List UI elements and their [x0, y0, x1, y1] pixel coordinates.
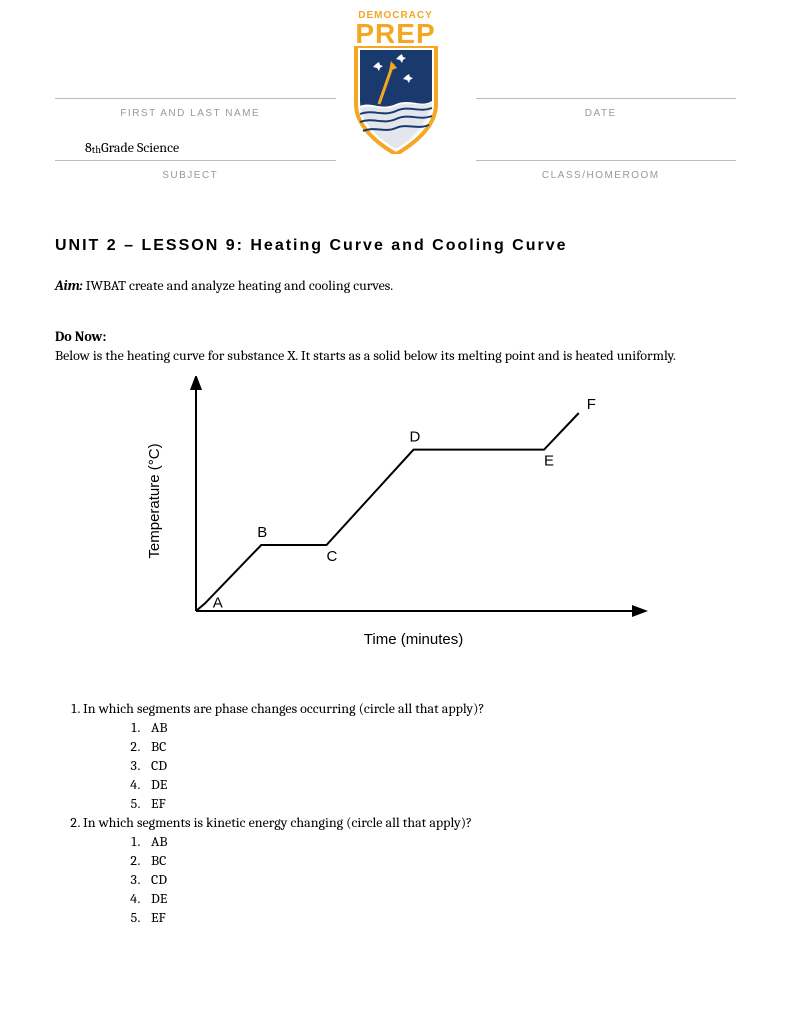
option-label: CD	[143, 757, 167, 774]
logo-line2: PREP	[351, 21, 441, 46]
svg-text:E: E	[544, 453, 554, 470]
name-field	[55, 75, 336, 99]
option: BC	[143, 852, 736, 869]
svg-text:C: C	[326, 548, 337, 565]
option: CD	[143, 871, 736, 888]
date-field	[476, 75, 737, 99]
option: BC	[143, 738, 736, 755]
subject-field: 8th Grade Science	[55, 135, 336, 161]
svg-text:A: A	[212, 595, 222, 612]
svg-text:B: B	[257, 524, 267, 541]
option: EF	[143, 795, 736, 812]
option-label: CD	[143, 871, 167, 888]
aim-line: Aim: IWBAT create and analyze heating an…	[55, 277, 736, 294]
option: CD	[143, 757, 736, 774]
option: AB	[143, 719, 736, 736]
date-label: DATE	[466, 105, 737, 135]
name-label: FIRST AND LAST NAME	[55, 105, 326, 135]
option-label: BC	[143, 738, 166, 755]
option-label: DE	[143, 776, 167, 793]
homeroom-field	[476, 135, 737, 161]
svg-text:F: F	[586, 396, 595, 413]
option-label: EF	[143, 909, 166, 926]
heating-curve-chart: A B C D E F Time (minutes) Temperature (°C)	[141, 376, 651, 660]
option: DE	[143, 776, 736, 793]
aim-label: Aim:	[55, 277, 83, 294]
subject-label: SUBJECT	[55, 167, 326, 197]
logo: DEMOCRACY PREP	[351, 10, 441, 158]
option: DE	[143, 890, 736, 907]
questions-block: In which segments are phase changes occu…	[55, 700, 736, 926]
donow-text: Below is the heating curve for substance…	[55, 347, 736, 364]
svg-text:Temperature (°C): Temperature (°C)	[146, 443, 163, 558]
shield-icon	[351, 46, 441, 154]
option: EF	[143, 909, 736, 926]
svg-text:Time (minutes): Time (minutes)	[363, 631, 462, 648]
question-2: In which segments is kinetic energy chan…	[83, 814, 736, 926]
question-1: In which segments are phase changes occu…	[83, 700, 736, 812]
question-text: In which segments is kinetic energy chan…	[83, 814, 472, 831]
svg-text:D: D	[409, 429, 420, 446]
donow-heading: Do Now:	[55, 328, 736, 345]
option: AB	[143, 833, 736, 850]
aim-text: IWBAT create and analyze heating and coo…	[83, 277, 394, 294]
class-label: CLASS/HOMEROOM	[466, 167, 737, 197]
option-label: BC	[143, 852, 166, 869]
question-text: In which segments are phase changes occu…	[83, 700, 484, 717]
option-label: AB	[143, 719, 168, 736]
option-label: EF	[143, 795, 166, 812]
option-label: AB	[143, 833, 168, 850]
page-title: UNIT 2 – LESSON 9: Heating Curve and Coo…	[55, 237, 736, 255]
option-label: DE	[143, 890, 167, 907]
